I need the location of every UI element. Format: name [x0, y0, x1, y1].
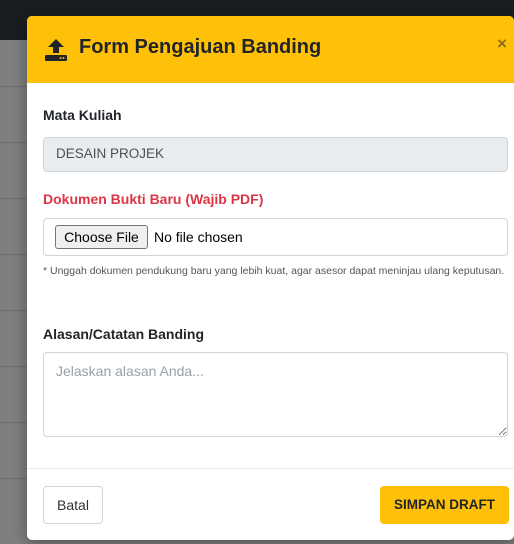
reason-textarea[interactable]: [43, 352, 508, 437]
modal-title: Form Pengajuan Banding: [79, 36, 322, 58]
file-status-text: No file chosen: [154, 229, 243, 245]
footer-divider: [27, 468, 514, 469]
choose-file-button[interactable]: Choose File: [55, 225, 148, 249]
reason-label: Alasan/Catatan Banding: [43, 326, 205, 342]
close-button[interactable]: ×: [497, 34, 507, 54]
document-label: Dokumen Bukti Baru (Wajib PDF): [43, 191, 264, 207]
upload-icon: [44, 38, 68, 62]
appeal-modal: Form Pengajuan Banding × Mata Kuliah DES…: [27, 16, 514, 540]
course-label: Mata Kuliah: [43, 107, 122, 123]
document-file-input[interactable]: Choose File No file chosen: [43, 218, 508, 256]
modal-header: Form Pengajuan Banding ×: [27, 16, 514, 83]
cancel-button[interactable]: Batal: [43, 486, 103, 524]
document-hint: * Unggah dokumen pendukung baru yang leb…: [43, 265, 505, 277]
course-field: DESAIN PROJEK: [43, 137, 508, 172]
save-draft-button[interactable]: SIMPAN DRAFT: [380, 486, 509, 524]
